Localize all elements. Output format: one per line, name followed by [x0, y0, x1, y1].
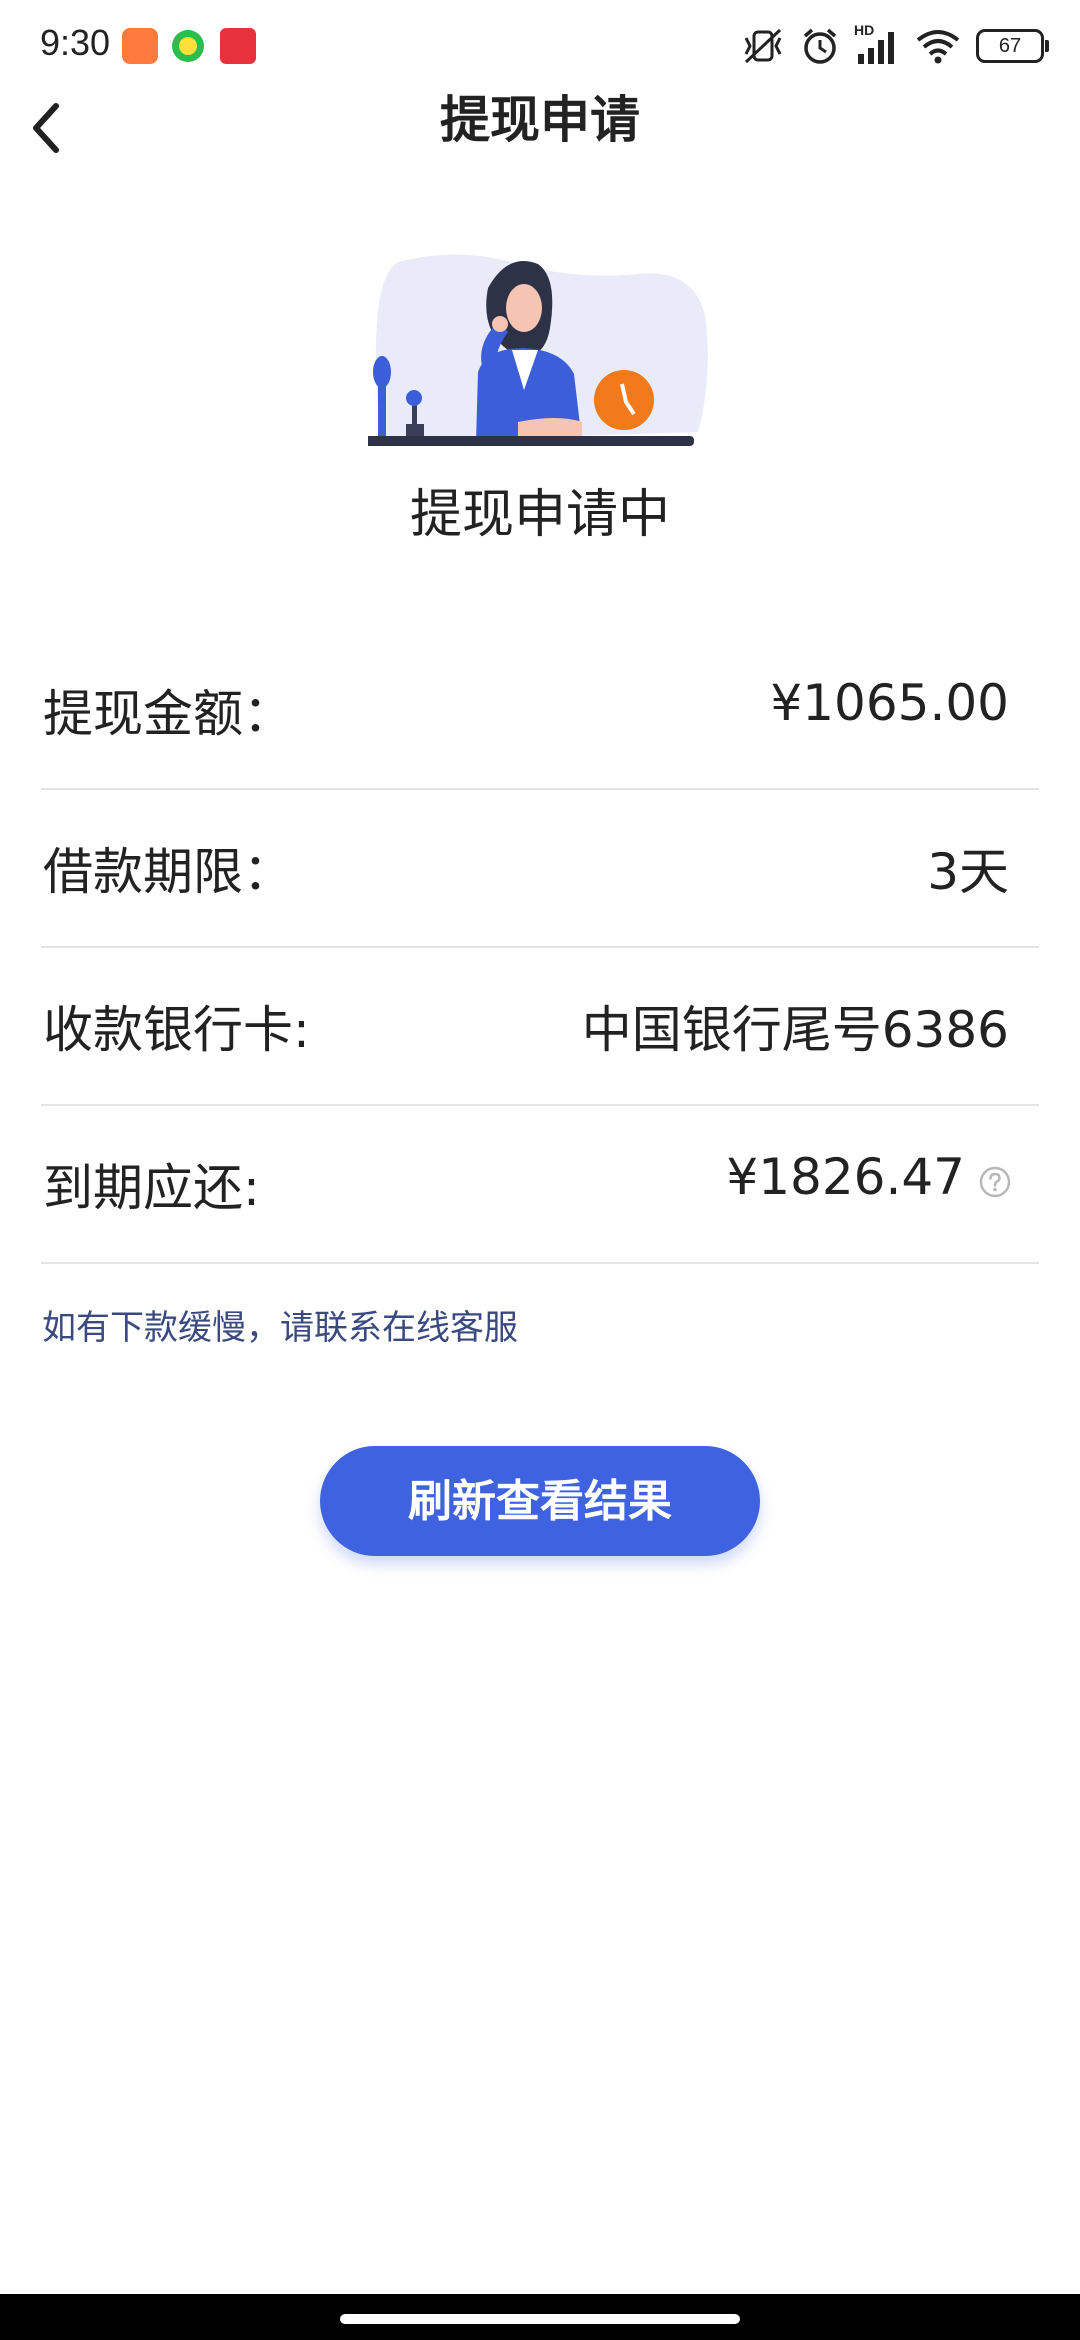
- withdraw-amount-value: ¥1065.00: [770, 674, 1009, 732]
- customer-service-hint[interactable]: 如有下款缓慢，请联系在线客服: [42, 1300, 518, 1349]
- refresh-result-button[interactable]: 刷新查看结果: [320, 1446, 760, 1556]
- news-app-icon: [220, 28, 256, 64]
- bank-card-value: 中国银行尾号6386: [581, 1001, 1009, 1059]
- screen: 9:30 HD 67 提现申请 提现申请中 提现金额： ¥1065.00 借款期…: [0, 0, 1080, 2340]
- page-title: 提现申请: [440, 91, 640, 149]
- withdraw-amount-label: 提现金额：: [43, 685, 293, 743]
- detail-list: 提现金额： ¥1065.00 借款期限： 3天 收款银行卡: 中国银行尾号638…: [41, 632, 1039, 1264]
- shopping-app-icon: [122, 28, 158, 64]
- music-app-icon: [170, 28, 206, 64]
- status-title: 提现申请中: [409, 485, 670, 545]
- wifi-icon: [916, 30, 960, 64]
- loan-term-row: 借款期限： 3天: [41, 790, 1039, 948]
- alarm-icon: [803, 28, 837, 64]
- help-icon[interactable]: [979, 1166, 1011, 1198]
- pending-illustration: [364, 252, 712, 452]
- status-time: 9:30: [40, 22, 111, 63]
- navigation-bar: [0, 2294, 1080, 2340]
- loan-term-value: 3天: [927, 843, 1009, 901]
- loan-term-label: 借款期限：: [43, 843, 293, 901]
- due-amount-value: ¥1826.47: [726, 1148, 965, 1206]
- status-bar: 9:30 HD 67: [0, 0, 1080, 92]
- status-icons: HD 67: [740, 22, 1049, 68]
- cellular-signal-icon: HD: [854, 22, 900, 66]
- mute-vibrate-icon: [744, 28, 782, 64]
- bank-card-row: 收款银行卡: 中国银行尾号6386: [41, 948, 1039, 1106]
- bank-card-label: 收款银行卡:: [43, 1001, 310, 1059]
- withdraw-amount-row: 提现金额： ¥1065.00: [41, 632, 1039, 790]
- header: 提现申请: [0, 80, 1080, 190]
- battery-icon: 67: [976, 29, 1049, 63]
- due-amount-row: 到期应还: ¥1826.47: [41, 1106, 1039, 1264]
- home-indicator[interactable]: [340, 2314, 740, 2324]
- due-amount-label: 到期应还:: [43, 1159, 260, 1217]
